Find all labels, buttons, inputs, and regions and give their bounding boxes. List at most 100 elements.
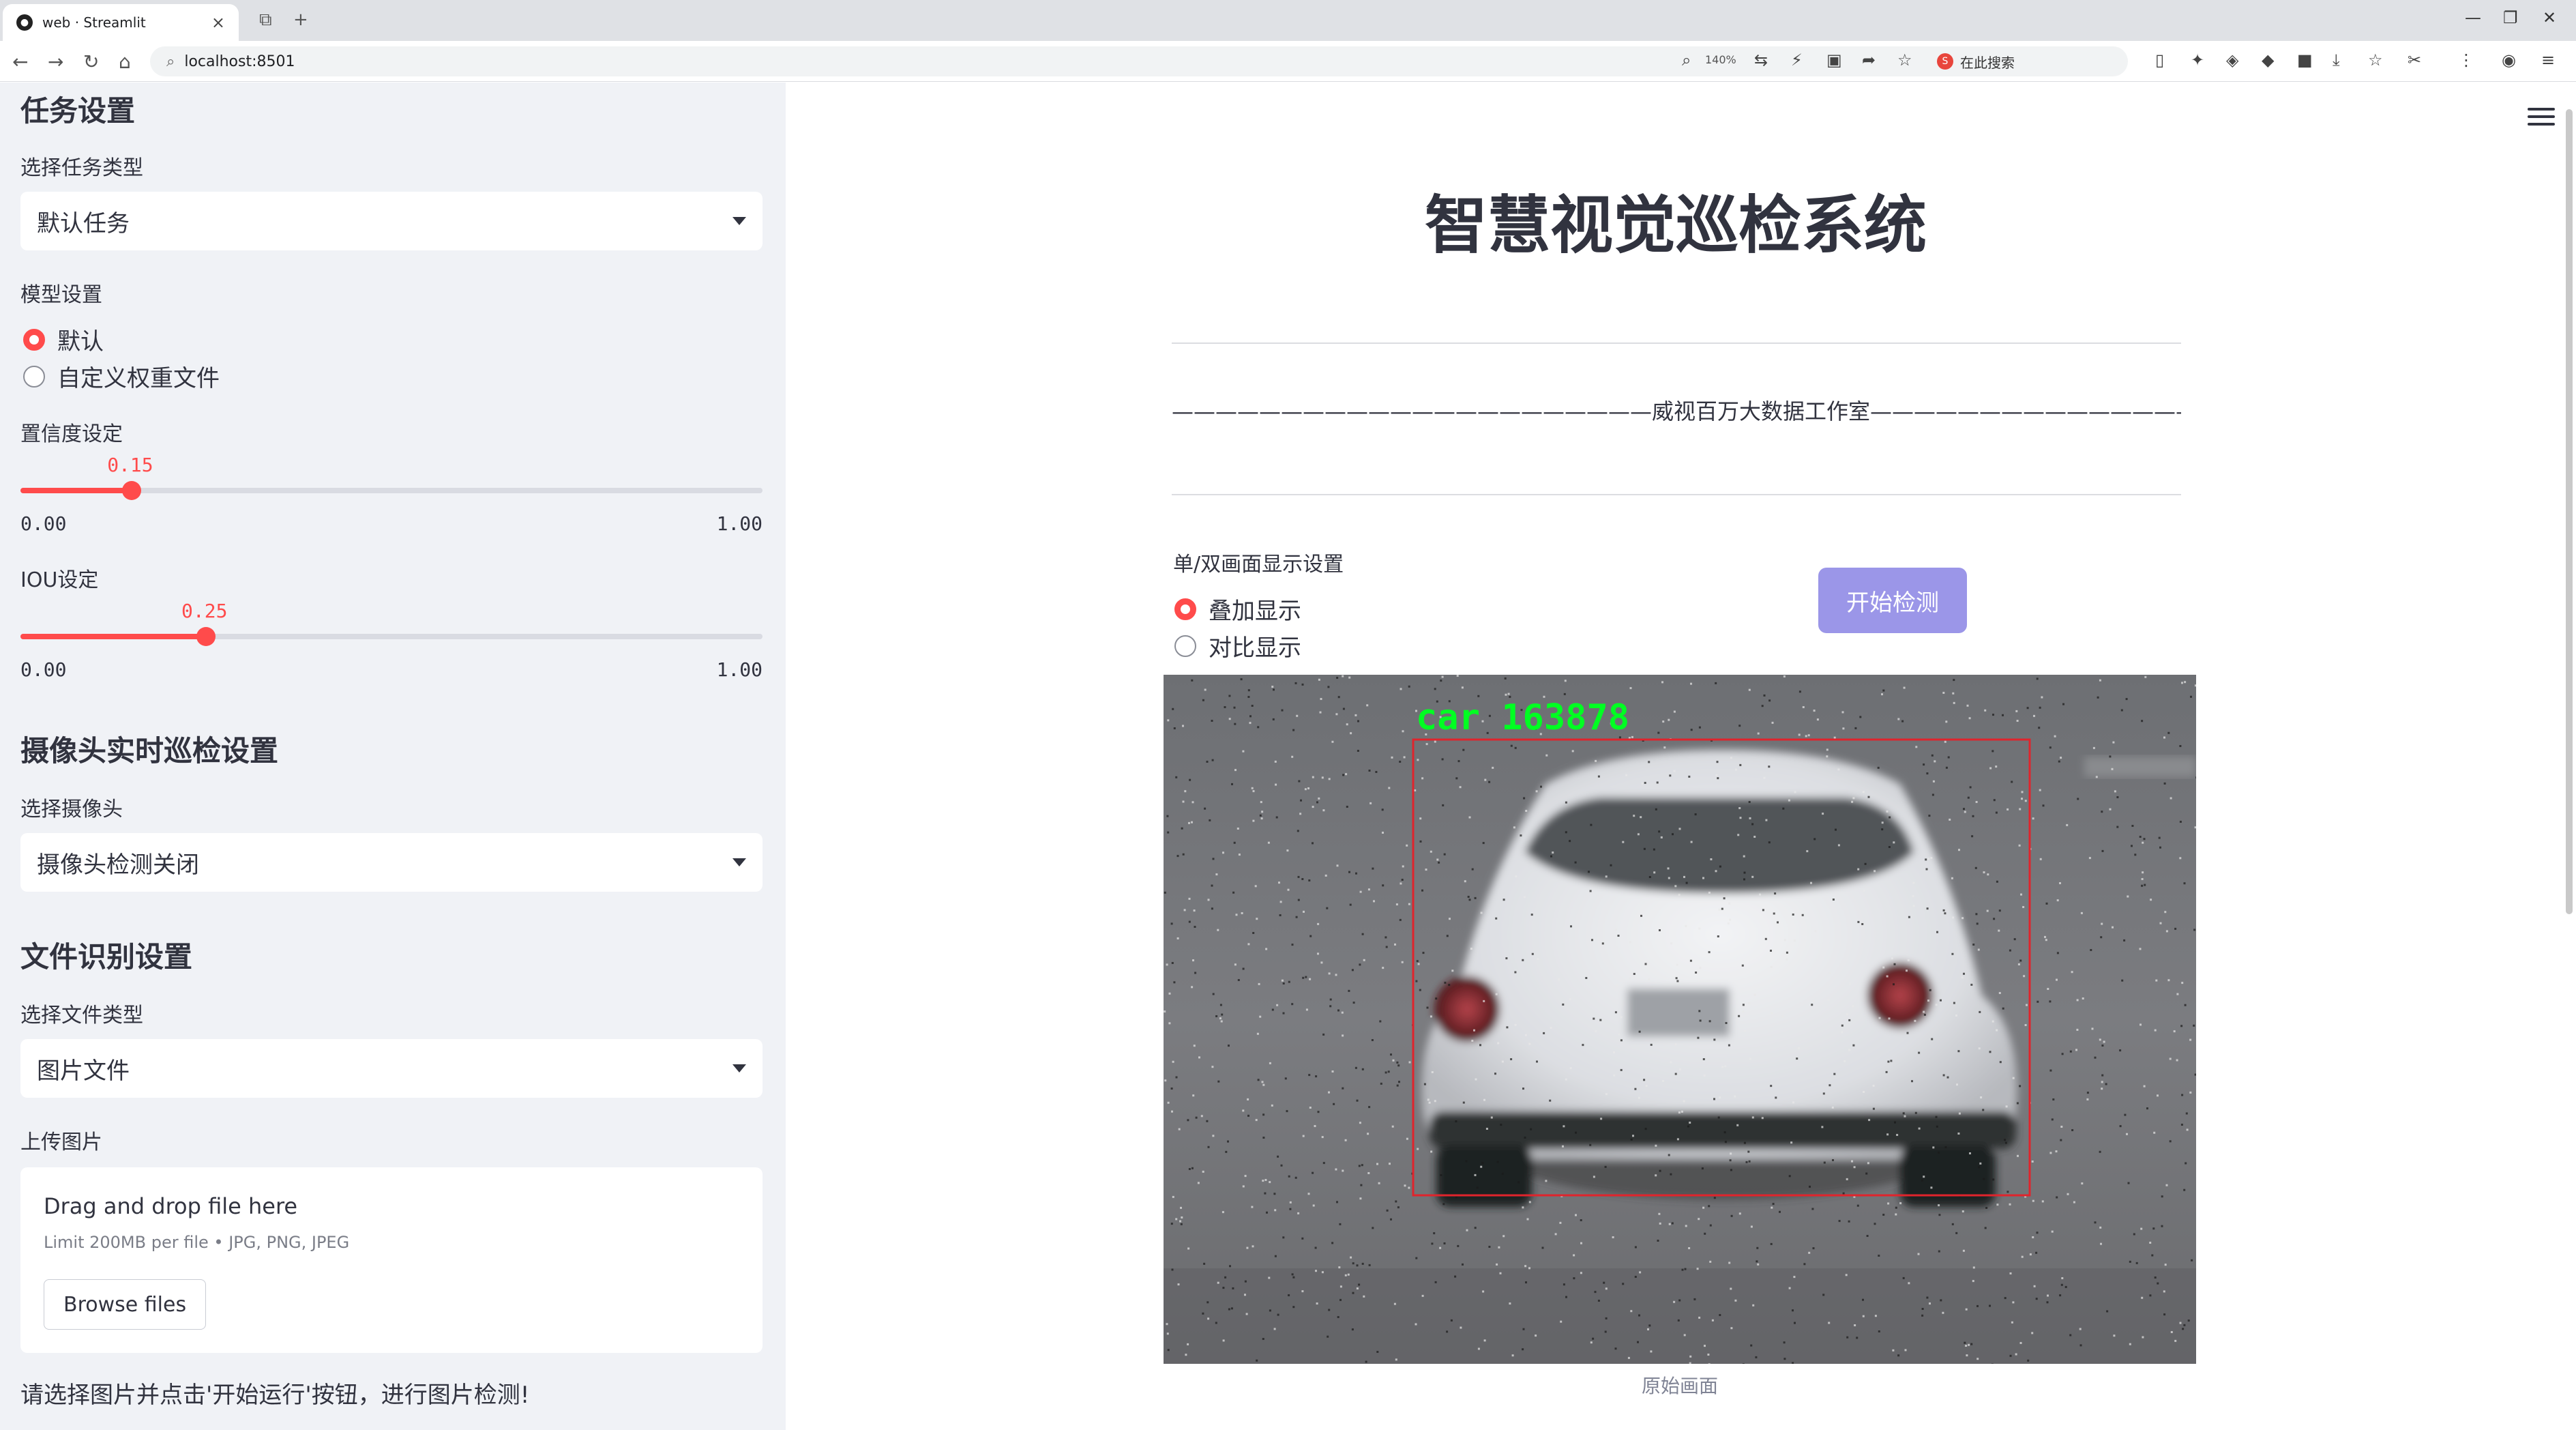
noise-speck	[1221, 1013, 1224, 1016]
noise-speck	[1455, 1120, 1457, 1123]
noise-speck	[1416, 960, 1419, 963]
noise-speck	[2124, 1113, 2127, 1116]
noise-speck	[1914, 1111, 1917, 1114]
noise-speck	[2143, 1085, 2146, 1088]
noise-speck	[1477, 1347, 1480, 1350]
share-icon[interactable]: ➦	[1862, 50, 1876, 70]
noise-speck	[1237, 828, 1239, 830]
minimize-icon[interactable]: —	[2465, 8, 2481, 27]
noise-speck	[1171, 962, 1174, 964]
noise-speck	[2181, 1094, 2184, 1096]
close-tab-icon[interactable]: ×	[211, 13, 225, 32]
camera-select[interactable]: 摄像头检测关闭	[20, 833, 763, 892]
zoom-icon[interactable]: ⌕	[1682, 50, 1691, 70]
phone-icon[interactable]: ▯	[2155, 50, 2164, 70]
noise-speck	[1674, 885, 1677, 888]
file-type-select[interactable]: 图片文件	[20, 1039, 763, 1098]
noise-speck	[1361, 1262, 1364, 1265]
iou-slider-handle[interactable]	[196, 627, 216, 646]
noise-speck	[1526, 1218, 1529, 1221]
noise-speck	[1500, 1124, 1502, 1126]
reload-icon[interactable]: ↻	[83, 50, 99, 73]
extension-icon[interactable]: ✦	[2191, 50, 2204, 70]
iou-label: IOU设定	[20, 568, 99, 592]
noise-speck	[1187, 1119, 1189, 1122]
download-icon[interactable]: ⤓	[2333, 50, 2340, 70]
browse-files-button[interactable]: Browse files	[44, 1279, 207, 1330]
noise-speck	[2154, 1276, 2157, 1279]
close-window-icon[interactable]: ✕	[2543, 8, 2556, 27]
extension-icon-4[interactable]: ■	[2297, 50, 2313, 70]
conf-slider[interactable]	[20, 481, 763, 500]
noise-speck	[1774, 892, 1777, 895]
display-radio-overlay[interactable]: 叠加显示	[1174, 592, 1301, 626]
display-option-label: 对比显示	[1209, 634, 1301, 662]
screenshot-icon[interactable]: ▣	[1826, 50, 1842, 70]
iou-slider[interactable]	[20, 627, 763, 646]
noise-speck	[1768, 765, 1771, 768]
home-icon[interactable]: ⌂	[119, 50, 131, 73]
noise-speck	[1479, 1044, 1481, 1047]
noise-speck	[1525, 810, 1528, 812]
bookmark-icon[interactable]: ☆	[2368, 50, 2383, 70]
browser-tab[interactable]: ● web · Streamlit ×	[3, 4, 239, 41]
noise-speck	[1798, 690, 1801, 693]
noise-speck	[1961, 917, 1964, 920]
more-icon[interactable]: ⋮	[2458, 50, 2474, 70]
display-radio-compare[interactable]: 对比显示	[1174, 629, 1301, 662]
display-mode-label: 单/双画面显示设置	[1173, 553, 1344, 577]
noise-speck	[1367, 1133, 1370, 1135]
restore-icon[interactable]: ❐	[2503, 8, 2518, 27]
hamburger-menu-icon[interactable]	[2528, 108, 2555, 128]
star-icon[interactable]: ☆	[1897, 50, 1912, 70]
noise-speck	[1708, 1020, 1711, 1023]
noise-speck	[1180, 1206, 1182, 1209]
model-radio-custom[interactable]: 自定义权重文件	[23, 360, 220, 393]
noise-speck	[1711, 1319, 1714, 1322]
noise-speck	[1531, 952, 1534, 955]
noise-speck	[1975, 801, 1978, 803]
browser-menu-icon[interactable]: ≡	[2541, 50, 2555, 70]
task-type-select[interactable]: 默认任务	[20, 192, 763, 250]
noise-speck	[2186, 1128, 2189, 1131]
extension-icon-2[interactable]: ◈	[2226, 50, 2238, 70]
noise-speck	[1417, 759, 1419, 761]
noise-speck	[2031, 1332, 2034, 1334]
browser-search-box[interactable]: S 在此搜索	[1937, 46, 2142, 76]
tab-search-icon[interactable]: ⧉	[259, 10, 272, 31]
extension-icon-3[interactable]: ◆	[2262, 50, 2274, 70]
noise-speck	[1382, 884, 1385, 887]
model-radio-default[interactable]: 默认	[23, 323, 104, 356]
scrollbar[interactable]	[2566, 109, 2573, 914]
noise-speck	[1673, 710, 1676, 713]
translate-icon[interactable]: ⇆	[1754, 50, 1768, 70]
conf-slider-handle[interactable]	[122, 481, 142, 500]
noise-speck	[1848, 1220, 1850, 1223]
start-detection-button[interactable]: 开始检测	[1818, 568, 1967, 633]
noise-speck	[2055, 1150, 2058, 1153]
avatar-icon[interactable]: ◉	[2502, 50, 2516, 70]
noise-speck	[1524, 1034, 1527, 1036]
noise-speck	[1231, 783, 1233, 785]
forward-icon[interactable]: →	[48, 50, 63, 73]
noise-speck	[1262, 1180, 1264, 1182]
noise-speck	[1247, 1114, 1249, 1117]
noise-speck	[1721, 907, 1723, 910]
noise-speck	[2021, 791, 2024, 793]
noise-speck	[1775, 1096, 1777, 1099]
lightning-icon[interactable]: ⚡	[1791, 50, 1803, 70]
noise-speck	[1430, 1150, 1433, 1153]
noise-speck	[2036, 1231, 2039, 1234]
back-icon[interactable]: ←	[12, 50, 28, 73]
new-tab-icon[interactable]: +	[293, 10, 308, 30]
noise-speck	[1359, 1197, 1362, 1200]
noise-speck	[1166, 1332, 1169, 1335]
noise-speck	[1346, 806, 1348, 808]
file-dropzone[interactable]: Drag and drop file here Limit 200MB per …	[20, 1167, 763, 1353]
noise-speck	[1918, 1127, 1921, 1130]
noise-speck	[1379, 1020, 1382, 1023]
noise-speck	[1203, 1262, 1206, 1265]
scissors-icon[interactable]: ✂	[2408, 50, 2421, 70]
noise-speck	[1992, 750, 1994, 753]
noise-speck	[1833, 736, 1836, 739]
